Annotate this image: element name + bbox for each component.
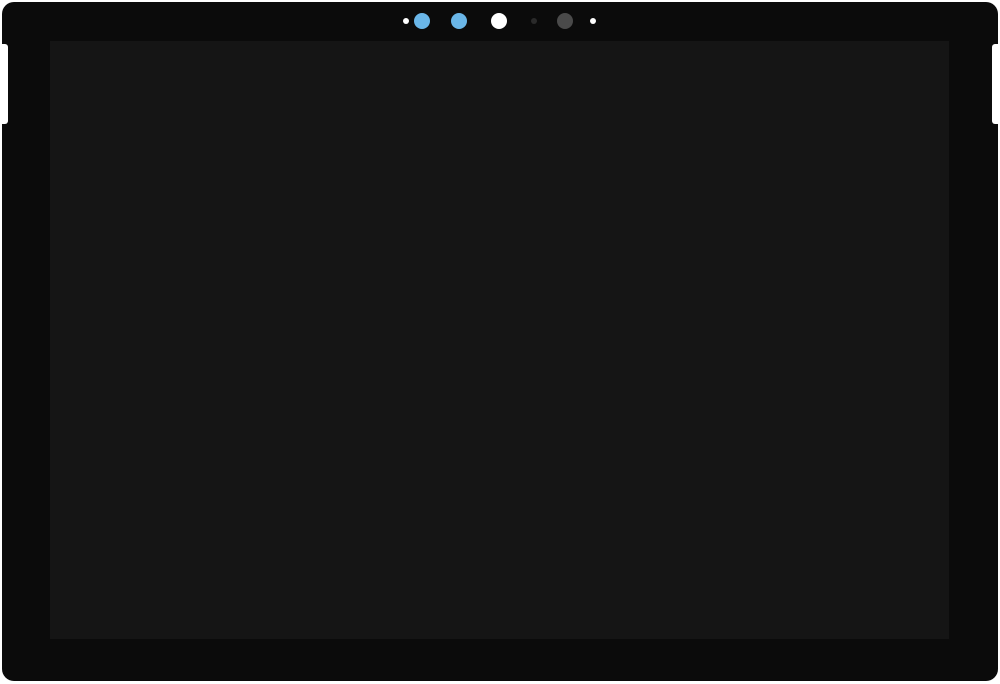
ir-sensor-icon: [414, 13, 430, 29]
tablet-illustration: [0, 0, 1000, 684]
ir-sensor-icon: [451, 13, 467, 29]
left-side-notch: [2, 44, 8, 124]
dot-icon: [403, 18, 409, 24]
dot-icon: [590, 18, 596, 24]
camera-icon: [557, 13, 573, 29]
right-side-notch: [992, 44, 998, 124]
mic-dot-icon: [531, 18, 537, 24]
light-sensor-icon: [491, 13, 507, 29]
tablet-screen: [50, 41, 949, 639]
